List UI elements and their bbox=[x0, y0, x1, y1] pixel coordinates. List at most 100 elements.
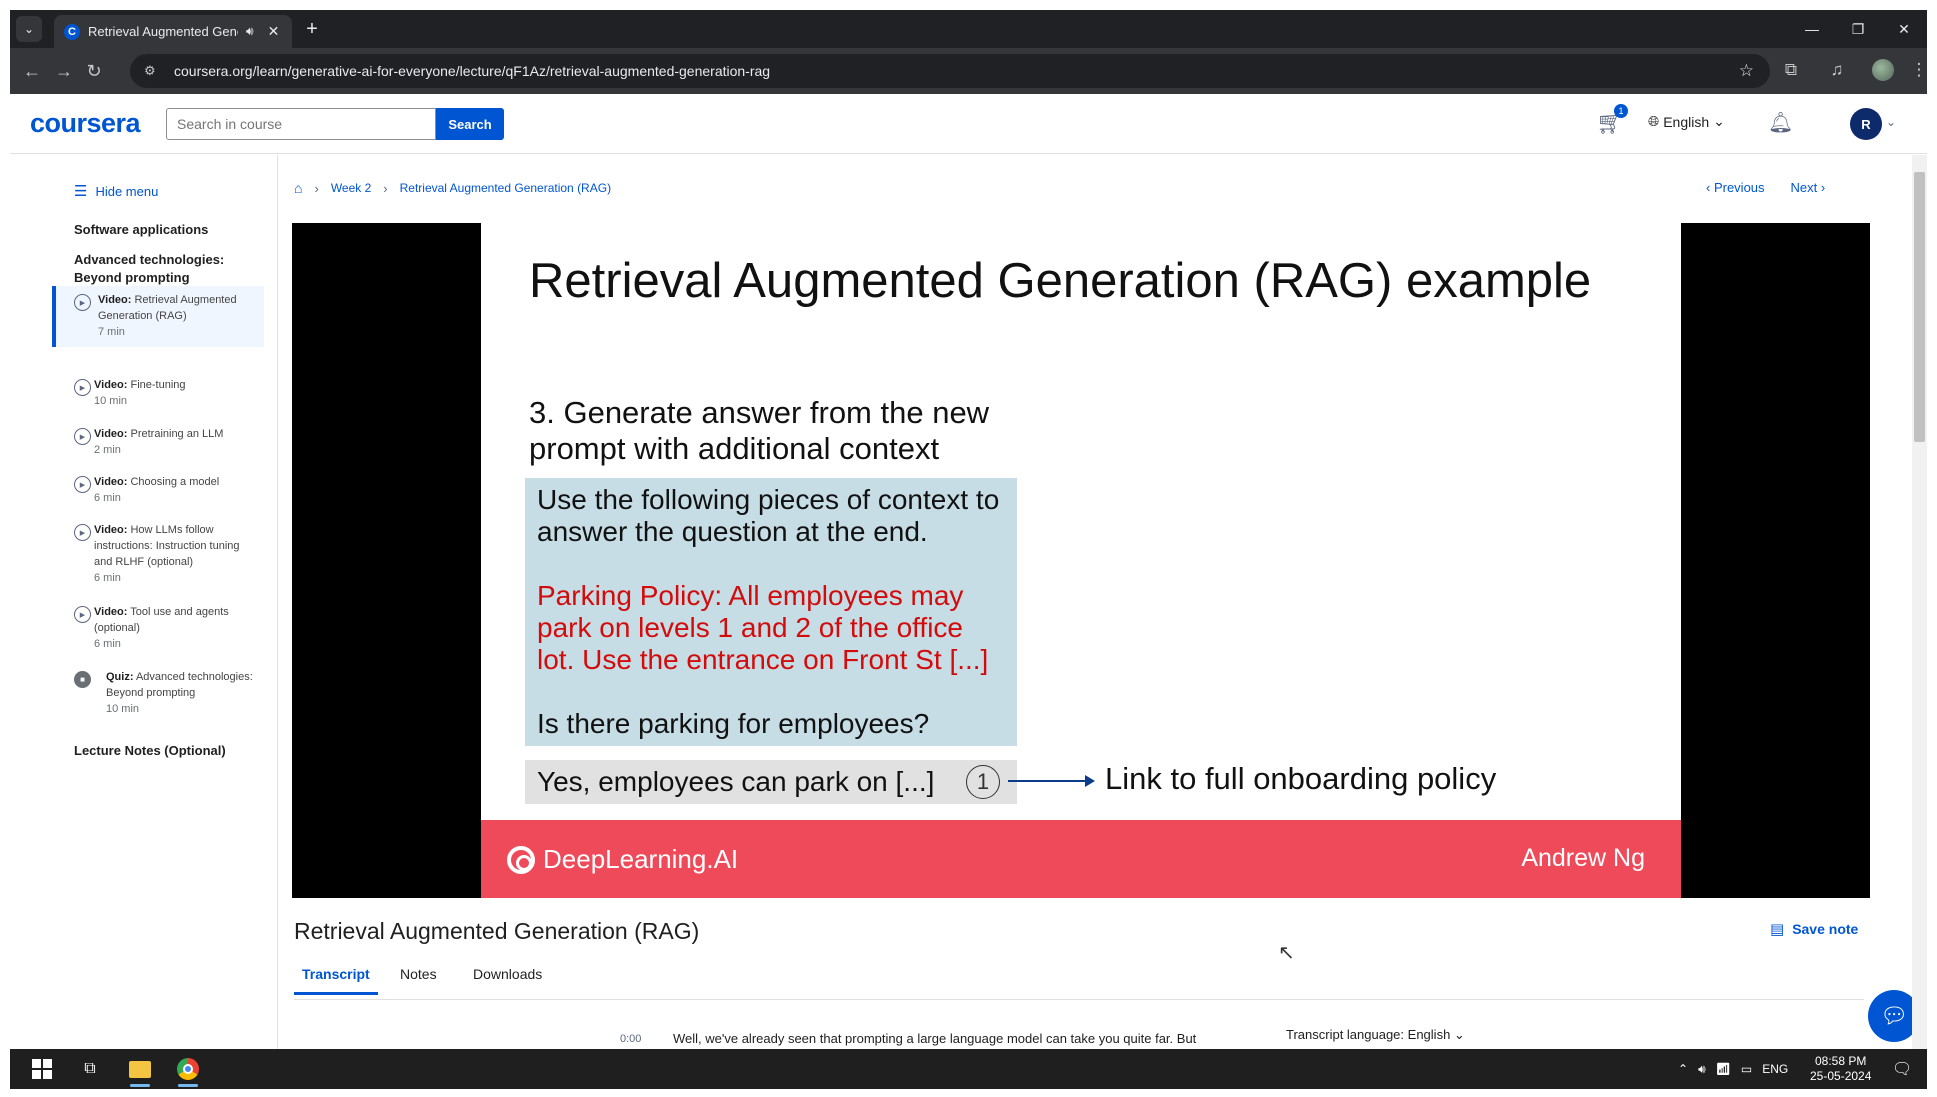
tab-transcript[interactable]: Transcript bbox=[294, 966, 378, 995]
browser-profile-avatar[interactable] bbox=[1872, 59, 1894, 81]
address-bar[interactable]: ⚙ coursera.org/learn/generative-ai-for-e… bbox=[130, 54, 1770, 88]
next-button[interactable]: Next › bbox=[1791, 180, 1826, 195]
play-circle-icon: ▶ bbox=[74, 476, 91, 493]
cart-count-badge: 1 bbox=[1614, 104, 1628, 118]
tab-notes[interactable]: Notes bbox=[400, 966, 437, 992]
item-kind: Video: bbox=[94, 476, 128, 488]
file-explorer-icon[interactable] bbox=[122, 1057, 158, 1087]
windows-taskbar: ⧉ ⌃ 🔊︎ 📶︎ ▭ ENG 08:58 PM 25-05-2024 🗨︎ bbox=[10, 1049, 1927, 1089]
taskbar-clock[interactable]: 08:58 PM 25-05-2024 bbox=[1810, 1054, 1871, 1084]
windows-start-icon[interactable] bbox=[24, 1057, 60, 1081]
sidebar-item-rag[interactable]: ▶ Video: Retrieval Augmented Generation … bbox=[52, 286, 264, 347]
restore-icon[interactable]: ❐ bbox=[1835, 10, 1881, 48]
coursera-favicon-icon: C bbox=[64, 23, 80, 40]
coursera-logo[interactable]: coursera bbox=[30, 108, 141, 139]
lesson-navigation: ‹ Previous Next › bbox=[1706, 180, 1825, 195]
deeplearning-ai-logo: DeepLearning.AI bbox=[507, 844, 738, 875]
user-avatar[interactable]: R bbox=[1850, 108, 1882, 140]
hamburger-icon: ☰ bbox=[74, 183, 88, 200]
page-scrollbar-thumb[interactable] bbox=[1914, 172, 1925, 442]
sidebar-item-quiz[interactable]: ■ Quiz: Advanced technologies: Beyond pr… bbox=[52, 663, 264, 724]
screen: ⌄ C Retrieval Augmented Gener 🔊︎ ✕ + — ❐… bbox=[0, 0, 1937, 1097]
speaker-icon[interactable]: 🔊︎ bbox=[246, 24, 254, 39]
save-note-button[interactable]: ▤ Save note bbox=[1770, 920, 1858, 938]
item-duration: 10 min bbox=[94, 395, 128, 407]
item-kind: Video: bbox=[94, 379, 128, 391]
lecture-slide: Retrieval Augmented Generation (RAG) exa… bbox=[481, 223, 1681, 898]
input-language[interactable]: ENG bbox=[1762, 1062, 1788, 1076]
site-info-icon[interactable]: ⚙ bbox=[144, 63, 156, 79]
section-advanced-technologies[interactable]: Advanced technologies: Beyond prompting bbox=[74, 251, 254, 287]
previous-label: Previous bbox=[1713, 180, 1765, 195]
transcript-language-label: Transcript language: bbox=[1286, 1027, 1405, 1042]
browser-tab-active[interactable]: C Retrieval Augmented Gener 🔊︎ ✕ bbox=[54, 15, 292, 48]
bookmark-star-icon[interactable]: ☆ bbox=[1739, 61, 1754, 81]
reload-icon[interactable]: ↻ bbox=[82, 59, 106, 83]
lecture-title: Retrieval Augmented Generation (RAG) bbox=[294, 918, 700, 944]
item-kind: Video: bbox=[98, 294, 132, 306]
tab-search-chevron-icon[interactable]: ⌄ bbox=[16, 16, 42, 42]
item-duration: 7 min bbox=[98, 326, 125, 338]
breadcrumb-current[interactable]: Retrieval Augmented Generation (RAG) bbox=[400, 181, 611, 195]
item-kind: Quiz: bbox=[106, 671, 134, 683]
language-label: English bbox=[1663, 113, 1710, 130]
video-player[interactable]: Retrieval Augmented Generation (RAG) exa… bbox=[292, 223, 1870, 898]
transcript-timestamp[interactable]: 0:00 bbox=[620, 1033, 641, 1045]
course-search-input[interactable] bbox=[166, 108, 436, 140]
close-tab-icon[interactable]: ✕ bbox=[268, 23, 280, 40]
lock-icon: ■ bbox=[74, 671, 91, 688]
save-note-label: Save note bbox=[1792, 921, 1859, 937]
chrome-taskbar-icon[interactable] bbox=[170, 1057, 206, 1087]
breadcrumb-week[interactable]: Week 2 bbox=[331, 181, 371, 195]
item-title: Choosing a model bbox=[130, 476, 220, 488]
item-title: Fine-tuning bbox=[130, 379, 186, 391]
context-prompt-box: Use the following pieces of context to a… bbox=[525, 478, 1017, 746]
media-controls-icon[interactable]: ♫ bbox=[1826, 60, 1848, 80]
tray-chevron-up-icon[interactable]: ⌃ bbox=[1678, 1062, 1688, 1076]
task-view-icon[interactable]: ⧉ bbox=[72, 1057, 108, 1081]
forward-arrow-icon[interactable]: → bbox=[52, 59, 76, 83]
minimize-icon[interactable]: — bbox=[1789, 10, 1835, 48]
account-chevron-down-icon[interactable]: ⌄ bbox=[1886, 115, 1896, 129]
system-tray: ⌃ 🔊︎ 📶︎ ▭ ENG bbox=[1678, 1049, 1788, 1089]
play-circle-icon: ▶ bbox=[74, 379, 91, 396]
hide-menu-button[interactable]: ☰ Hide menu bbox=[74, 182, 158, 200]
browser-toolbar: ← → ↻ ⚙ coursera.org/learn/generative-ai… bbox=[10, 48, 1930, 94]
sidebar-item-choosing-model[interactable]: ▶ Video: Choosing a model 6 min bbox=[52, 468, 264, 513]
section-lecture-notes[interactable]: Lecture Notes (Optional) bbox=[74, 742, 254, 760]
arrow-head-icon bbox=[1085, 775, 1095, 787]
breadcrumb: ⌂ › Week 2 › Retrieval Augmented Generat… bbox=[294, 180, 611, 196]
chevron-right-icon: › bbox=[314, 180, 319, 196]
sidebar-item-pretraining[interactable]: ▶ Video: Pretraining an LLM 2 min bbox=[52, 420, 264, 465]
link-text: Link to full onboarding policy bbox=[1105, 761, 1497, 796]
home-icon[interactable]: ⌂ bbox=[294, 180, 302, 196]
item-kind: Video: bbox=[94, 524, 128, 536]
search-button[interactable]: Search bbox=[436, 108, 504, 140]
section-software-applications[interactable]: Software applications bbox=[74, 221, 254, 239]
sidebar-item-tool-use[interactable]: ▶ Video: Tool use and agents (optional) … bbox=[52, 598, 264, 659]
browser-menu-icon[interactable]: ⋮ bbox=[1908, 60, 1930, 80]
context-policy: Parking Policy: All employees may park o… bbox=[537, 580, 989, 675]
browser-tab-bar: ⌄ C Retrieval Augmented Gener 🔊︎ ✕ + — ❐… bbox=[10, 10, 1927, 48]
clock-time: 08:58 PM bbox=[1815, 1054, 1867, 1068]
notification-center-icon[interactable]: 🗨︎ bbox=[1892, 1059, 1912, 1079]
wifi-icon[interactable]: 📶︎ bbox=[1716, 1062, 1731, 1076]
extensions-puzzle-icon[interactable]: ⧉ bbox=[1780, 60, 1802, 80]
sidebar-item-instruction-tuning[interactable]: ▶ Video: How LLMs follow instructions: I… bbox=[52, 516, 264, 593]
language-selector[interactable]: 🌐︎ English ⌄ bbox=[1648, 113, 1725, 130]
volume-icon[interactable]: 🔊︎ bbox=[1698, 1062, 1706, 1077]
back-arrow-icon[interactable]: ← bbox=[20, 59, 44, 83]
item-duration: 6 min bbox=[94, 572, 121, 584]
previous-button[interactable]: ‹ Previous bbox=[1706, 180, 1765, 195]
slide-footer: DeepLearning.AI Andrew Ng bbox=[481, 820, 1681, 898]
close-window-icon[interactable]: ✕ bbox=[1881, 10, 1927, 48]
chevron-down-icon: ⌄ bbox=[1713, 113, 1725, 129]
slide-title: Retrieval Augmented Generation (RAG) exa… bbox=[529, 254, 1592, 308]
battery-icon[interactable]: ▭ bbox=[1741, 1062, 1752, 1076]
transcript-language-selector[interactable]: Transcript language: English ⌄ bbox=[1286, 1027, 1465, 1043]
tab-downloads[interactable]: Downloads bbox=[473, 966, 542, 992]
notifications-bell-icon[interactable]: 🔔︎ bbox=[1768, 110, 1793, 135]
transcript-line[interactable]: Well, we've already seen that prompting … bbox=[673, 1031, 1196, 1046]
new-tab-plus-icon[interactable]: + bbox=[300, 18, 324, 40]
sidebar-item-fine-tuning[interactable]: ▶ Video: Fine-tuning 10 min bbox=[52, 371, 264, 416]
